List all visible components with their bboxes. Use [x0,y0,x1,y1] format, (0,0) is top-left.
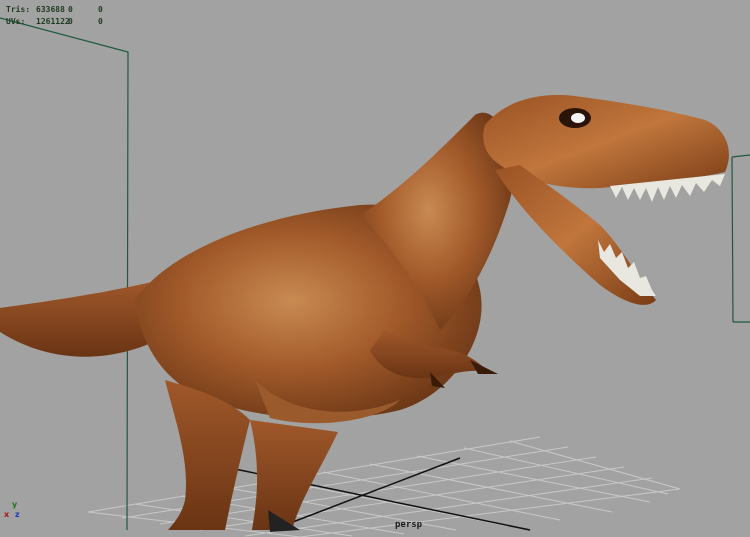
perspective-viewport[interactable]: Tris: 633688 0 0 UVs: 1261122 0 0 persp … [0,0,750,537]
uvs-label: UVs: [6,17,26,26]
uvs-selected-value: 0 [68,17,73,26]
uvs-row: UVs: 1261122 0 0 [6,16,118,28]
axis-x-label: x [4,510,10,519]
uvs-extra-value: 0 [98,17,103,26]
axis-z-label: z [15,510,20,519]
axis-y-label: y [12,500,18,509]
scene-canvas [0,17,750,537]
uvs-value: 1261122 [36,17,70,26]
tris-selected-value: 0 [68,5,73,14]
tris-extra-value: 0 [98,5,103,14]
tris-value: 633688 [36,5,65,14]
camera-name-label: persp [395,520,423,530]
tris-label: Tris: [6,5,31,14]
tris-row: Tris: 633688 0 0 [6,4,118,16]
poly-count-hud: Tris: 633688 0 0 UVs: 1261122 0 0 [6,4,118,28]
